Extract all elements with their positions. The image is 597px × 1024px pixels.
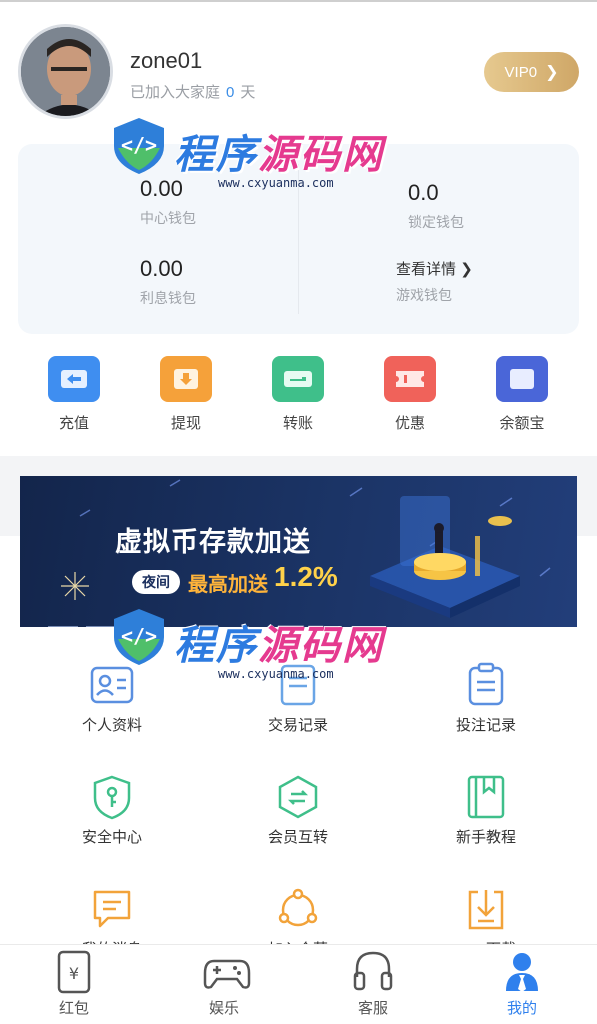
partner-icon [276,886,320,932]
download-icon [464,886,508,932]
savings-icon [496,356,548,402]
chevron-right-icon: ❯ [460,261,473,278]
menu-tutorial-label: 新手教程 [455,829,516,846]
joined-days-text: 已加入大家庭 0 天 [130,81,255,102]
coupon-button[interactable]: 优惠 [370,356,450,433]
menu-security-label: 安全中心 [81,829,142,846]
quick-actions: 充值 提现 转账 优惠 余额宝 [0,356,597,446]
member-transfer-icon [276,774,320,820]
profile-card-icon [90,662,134,708]
vip-level-label: VIP0 [504,63,538,81]
deposit-label: 充值 [58,415,89,432]
transfer-button[interactable]: 转账 [258,356,338,433]
interest-wallet-value: 0.00 [140,256,183,281]
tab-red-envelope[interactable]: ¥ 红包 [14,945,134,1018]
menu-transactions[interactable]: 交易记录 [208,662,388,735]
interest-wallet-label: 利息钱包 [140,290,196,306]
gamepad-icon [202,949,251,995]
joined-suffix: 天 [240,84,256,101]
game-wallet-label: 游戏钱包 [396,287,452,303]
interest-wallet[interactable]: 0.00 利息钱包 [140,256,340,308]
withdraw-button[interactable]: 提现 [146,356,226,433]
red-envelope-icon: ¥ [52,949,96,995]
security-shield-icon [90,774,134,820]
tab-entertainment-label: 娱乐 [208,1000,239,1017]
chevron-right-icon: ❯ [545,64,559,81]
banner-dot[interactable] [48,626,78,627]
wallet-card: 0.00 中心钱包 0.0 锁定钱包 0.00 利息钱包 查看详情 ❯ 游戏钱包 [18,144,579,334]
center-wallet[interactable]: 0.00 中心钱包 [140,176,340,228]
tab-customer-service-label: 客服 [357,1000,388,1017]
menu-member-transfer[interactable]: 会员互转 [208,774,388,847]
menu-member-transfer-label: 会员互转 [267,829,328,846]
svg-text:</>: </> [121,624,157,648]
banner-night-badge: 夜间 [132,570,180,594]
joined-prefix: 已加入大家庭 [130,84,221,101]
tab-red-envelope-label: 红包 [58,1000,89,1017]
withdraw-icon [160,356,212,402]
center-wallet-label: 中心钱包 [140,210,196,226]
center-wallet-value: 0.00 [140,176,183,201]
joined-days-count: 0 [226,84,235,101]
menu-transactions-label: 交易记录 [267,717,328,734]
coupon-icon [384,356,436,402]
tab-customer-service[interactable]: 客服 [313,945,433,1018]
bet-record-icon [464,662,508,708]
profile-header: zone01 已加入大家庭 0 天 VIP0 ❯ [0,0,597,140]
locked-wallet-label: 锁定钱包 [408,214,464,230]
transactions-icon [276,662,320,708]
game-wallet[interactable]: 查看详情 ❯ 游戏钱包 [396,258,596,305]
user-icon [500,949,544,995]
menu-profile[interactable]: 个人资料 [22,662,202,735]
menu-bet-records-label: 投注记录 [455,717,516,734]
transfer-label: 转账 [282,415,313,432]
banner-promo-text: 最高加送 [188,574,268,596]
tab-mine-label: 我的 [506,1000,537,1017]
banner-pagination [48,616,124,627]
view-details-link[interactable]: 查看详情 ❯ [396,258,596,279]
tutorial-book-icon [464,774,508,820]
coupon-label: 优惠 [394,415,425,432]
view-details-label: 查看详情 [396,261,457,278]
tab-entertainment[interactable]: 娱乐 [164,945,284,1018]
banner-dot[interactable] [86,626,116,627]
banner-percent: 1.2% [274,561,338,592]
username: zone01 [130,48,203,73]
deposit-icon [48,356,100,402]
headset-icon [351,949,395,995]
transfer-icon [272,356,324,402]
savings-label: 余额宝 [499,415,545,432]
menu-tutorial[interactable]: 新手教程 [396,774,576,847]
svg-text:¥: ¥ [69,964,79,983]
message-icon [90,886,134,932]
bottom-tab-bar: ¥ 红包 娱乐 客服 我的 [0,944,597,1024]
avatar[interactable] [18,24,113,119]
menu-bet-records[interactable]: 投注记录 [396,662,576,735]
deposit-button[interactable]: 充值 [34,356,114,433]
savings-button[interactable]: 余额宝 [482,356,562,433]
vip-level-button[interactable]: VIP0 ❯ [484,52,579,92]
promo-banner[interactable]: 虚拟币存款加送 夜间 最高加送 1.2% [20,476,577,627]
menu-profile-label: 个人资料 [81,717,142,734]
withdraw-label: 提现 [170,415,201,432]
locked-wallet[interactable]: 0.0 锁定钱包 [408,180,597,232]
locked-wallet-value: 0.0 [408,180,439,205]
menu-security[interactable]: 安全中心 [22,774,202,847]
banner-title: 虚拟币存款加送 [115,527,311,557]
tab-mine[interactable]: 我的 [462,945,582,1018]
